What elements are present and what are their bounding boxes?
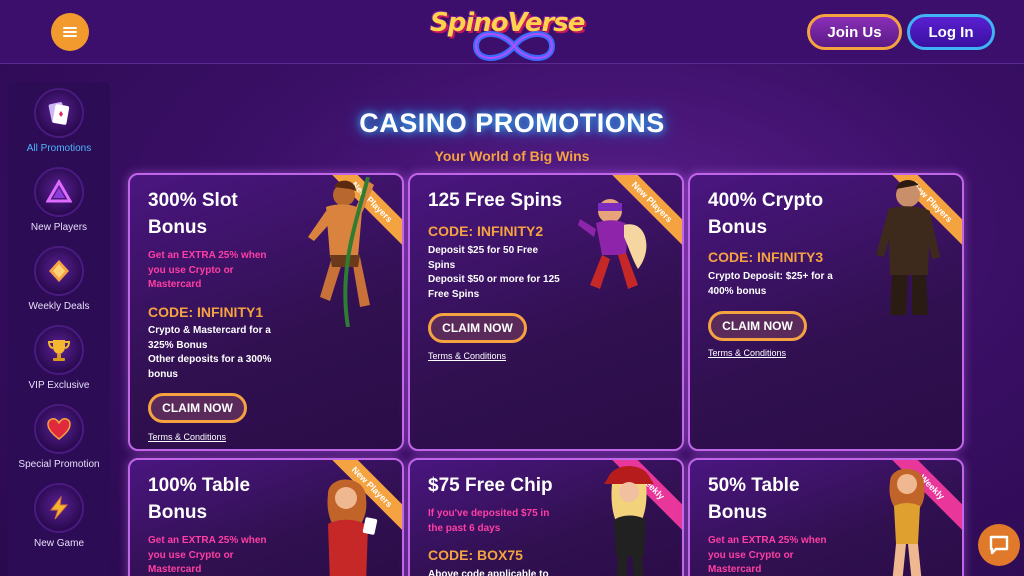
note-line: Mastercard bbox=[708, 564, 762, 575]
promo-title: 100% Table Bonus bbox=[148, 475, 251, 523]
sidebar-item-new-players[interactable]: New Players bbox=[8, 167, 110, 233]
promo-card-50-table-bonus: 50% Table Bonus Weekly Get an EXTRA 25% … bbox=[688, 458, 964, 576]
promo-title: 125 Free Spins bbox=[428, 190, 563, 211]
sidebar-item-special-promotion[interactable]: Special Promotion bbox=[8, 404, 110, 470]
desc-line: Free Spins bbox=[428, 288, 480, 300]
desc-line: Crypto & Mastercard for a bbox=[148, 325, 271, 336]
promo-description: Deposit $25 for 50 Free Spins Deposit $5… bbox=[428, 244, 560, 302]
desc-line: Above code applicable to bbox=[428, 569, 549, 576]
promo-card-300-slot-bonus: 300% Slot Bonus New Players Get an EXTRA… bbox=[128, 173, 404, 451]
trophy-icon bbox=[34, 325, 84, 375]
note-line: Get an EXTRA 25% when bbox=[148, 535, 267, 546]
sidebar-item-label: New Players bbox=[30, 222, 88, 233]
promo-bonus-note: Get an EXTRA 25% when you use Crypto or … bbox=[148, 249, 267, 293]
promotions-sidebar: All Promotions New Players Weekly Deals … bbox=[8, 82, 110, 576]
promo-bonus-note: If you've deposited $75 in the past 6 da… bbox=[428, 507, 549, 536]
desc-line: Other deposits for a 300% bbox=[148, 354, 272, 365]
terms-and-conditions-link[interactable]: Terms & Conditions bbox=[428, 351, 506, 361]
desc-line: Deposit $25 for 50 Free bbox=[428, 245, 539, 256]
claim-now-button[interactable]: CLAIM NOW bbox=[148, 393, 247, 423]
jungle-hero-character-image bbox=[308, 177, 374, 327]
sidebar-item-new-game[interactable]: New Game bbox=[8, 483, 110, 549]
terms-and-conditions-link[interactable]: Terms & Conditions bbox=[708, 348, 786, 358]
sidebar-item-label: All Promotions bbox=[26, 143, 92, 154]
promo-description: Above code applicable to bbox=[428, 568, 549, 576]
join-us-button[interactable]: Join Us bbox=[807, 14, 902, 50]
promo-description: Crypto Deposit: $25+ for a 400% bonus bbox=[708, 270, 833, 299]
desc-line: bonus bbox=[148, 368, 178, 380]
sidebar-item-all-promotions[interactable]: All Promotions bbox=[8, 88, 110, 154]
triangle-icon bbox=[34, 167, 84, 217]
note-line: Get an EXTRA 25% when bbox=[708, 535, 827, 546]
promo-title: 300% Slot Bonus bbox=[148, 190, 238, 238]
dealer-character-image bbox=[327, 479, 378, 576]
promo-description: Crypto & Mastercard for a 325% Bonus Oth… bbox=[148, 324, 271, 382]
spinoverse-logo[interactable]: SpinoVerse bbox=[424, 2, 592, 64]
claim-now-button[interactable]: CLAIM NOW bbox=[708, 311, 807, 341]
sidebar-item-vip-exclusive[interactable]: VIP Exclusive bbox=[8, 325, 110, 391]
promo-card-400-crypto-bonus: 400% Crypto Bonus New Players CODE: INFI… bbox=[688, 173, 964, 451]
promo-bonus-note: Get an EXTRA 25% when you use Crypto or … bbox=[708, 534, 827, 576]
sidebar-item-weekly-deals[interactable]: Weekly Deals bbox=[8, 246, 110, 312]
pirate-character-image bbox=[604, 466, 654, 576]
note-line: Mastercard bbox=[148, 279, 202, 290]
promo-code: CODE: INFINITY1 bbox=[148, 304, 264, 320]
heart-icon bbox=[34, 404, 84, 454]
infinity-icon bbox=[472, 31, 556, 61]
promo-title: 400% Crypto Bonus bbox=[708, 190, 824, 238]
note-line: the past 6 days bbox=[428, 522, 501, 534]
terms-and-conditions-link[interactable]: Terms & Conditions bbox=[148, 432, 226, 442]
claim-now-button[interactable]: CLAIM NOW bbox=[428, 313, 527, 343]
sidebar-item-label: New Game bbox=[33, 538, 84, 549]
promo-card-100-table-bonus: 100% Table Bonus New Players Get an EXTR… bbox=[128, 458, 404, 576]
page-subtitle: Your World of Big Wins bbox=[434, 148, 590, 164]
promo-title: 50% Table Bonus bbox=[708, 475, 800, 523]
sidebar-item-label: Special Promotion bbox=[18, 459, 100, 470]
note-line: you use Crypto or bbox=[148, 549, 234, 561]
lightning-icon bbox=[34, 483, 84, 533]
desc-line: Crypto Deposit: $25+ for a bbox=[708, 271, 833, 282]
cards-icon bbox=[34, 88, 84, 138]
masked-hero-character-image bbox=[578, 199, 647, 289]
promo-title: $75 Free Chip bbox=[428, 475, 553, 496]
desc-line: 400% bonus bbox=[708, 285, 767, 297]
promo-code: CODE: INFINITY3 bbox=[708, 249, 824, 265]
note-line: Get an EXTRA 25% when bbox=[148, 250, 267, 261]
log-in-button[interactable]: Log In bbox=[907, 14, 995, 50]
promo-card-125-free-spins: 125 Free Spins New Players CODE: INFINIT… bbox=[408, 173, 684, 451]
page-title: CASINO PROMOTIONS bbox=[359, 108, 665, 138]
showgirl-character-image bbox=[889, 468, 925, 576]
promo-bonus-note: Get an EXTRA 25% when you use Crypto or … bbox=[148, 534, 267, 576]
chat-icon bbox=[989, 535, 1009, 555]
note-line: Mastercard bbox=[148, 564, 202, 575]
sidebar-item-label: VIP Exclusive bbox=[28, 380, 90, 391]
warrior-character-image bbox=[876, 180, 940, 315]
note-line: you use Crypto or bbox=[708, 549, 794, 561]
top-header: SpinoVerse Join Us Log In bbox=[0, 0, 1024, 64]
promo-card-75-free-chip: $75 Free Chip Weekly If you've deposited… bbox=[408, 458, 684, 576]
desc-line: Spins bbox=[428, 259, 456, 271]
desc-line: Deposit $50 or more for 125 bbox=[428, 274, 560, 285]
promo-code: CODE: BOX75 bbox=[428, 547, 523, 563]
sidebar-item-label: Weekly Deals bbox=[28, 301, 90, 312]
desc-line: 325% Bonus bbox=[148, 339, 208, 351]
menu-button[interactable] bbox=[51, 13, 89, 51]
note-line: you use Crypto or bbox=[148, 264, 234, 276]
hamburger-icon bbox=[63, 27, 77, 37]
note-line: If you've deposited $75 in bbox=[428, 508, 550, 519]
promo-code: CODE: INFINITY2 bbox=[428, 223, 544, 239]
live-chat-button[interactable] bbox=[978, 524, 1020, 566]
diamond-icon bbox=[34, 246, 84, 296]
